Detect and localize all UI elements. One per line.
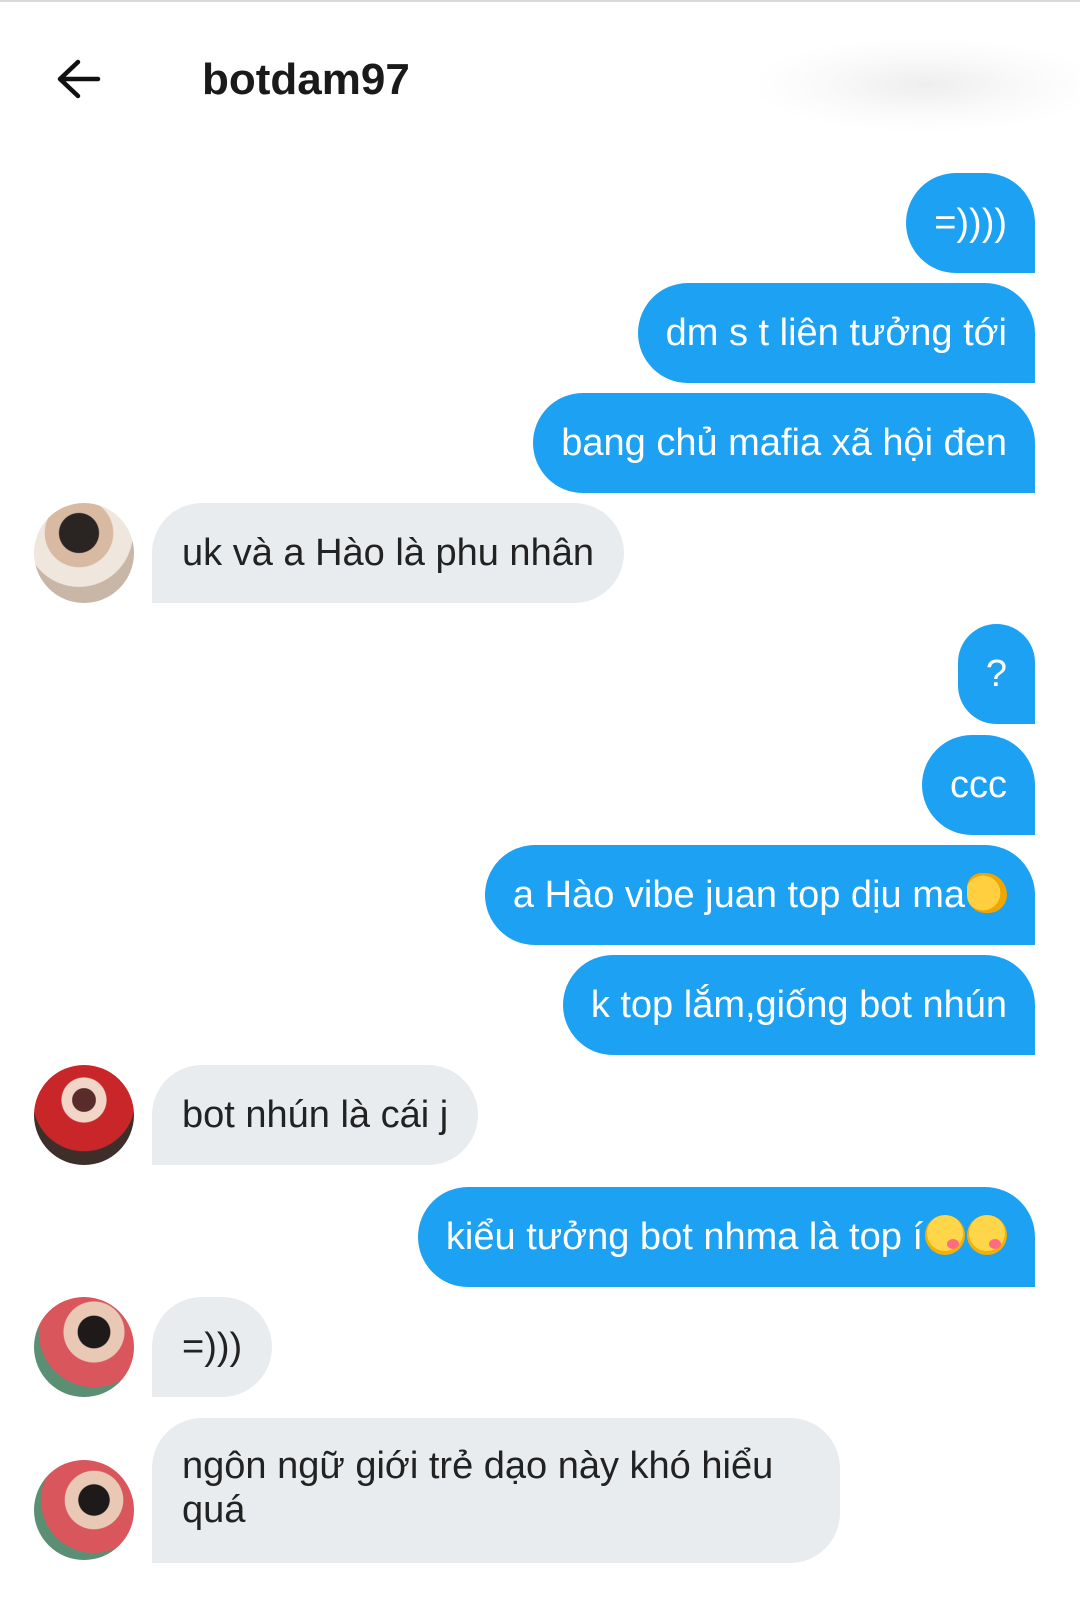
pinching-hand-emoji	[967, 873, 1007, 913]
sender-avatar[interactable]	[34, 1297, 134, 1397]
message-text: ngôn ngữ giới trẻ dạo này khó hiểu quá	[182, 1445, 774, 1531]
outgoing-message[interactable]: kiểu tưởng bot nhma là top í	[417, 1187, 1035, 1287]
message-text: bang chủ mafia xã hội đen	[561, 422, 1007, 464]
conversation-title: botdam97	[202, 55, 410, 104]
outgoing-message[interactable]: ?	[957, 624, 1035, 724]
outgoing-message[interactable]: ccc	[922, 735, 1035, 835]
sender-avatar[interactable]	[34, 1065, 134, 1165]
message-text: =)))	[182, 1326, 243, 1368]
incoming-message[interactable]: bot nhún là cái j	[152, 1065, 479, 1165]
header-smudge	[760, 40, 1080, 130]
message-text: k top lắm,giống bot nhún	[590, 984, 1007, 1026]
face-savoring-food-emoji	[967, 1215, 1007, 1255]
message-text: =))))	[934, 202, 1007, 244]
arrow-left-icon	[57, 59, 101, 99]
incoming-message[interactable]: uk và a Hào là phu nhân	[152, 503, 624, 603]
outgoing-message[interactable]: bang chủ mafia xã hội đen	[533, 393, 1035, 493]
outgoing-message[interactable]: dm s t liên tưởng tới	[637, 283, 1035, 383]
sender-avatar[interactable]	[34, 503, 134, 603]
message-text: uk và a Hào là phu nhân	[182, 532, 594, 574]
incoming-message[interactable]: =)))	[152, 1297, 273, 1397]
conversation-header: botdam97	[0, 0, 1080, 150]
message-text: ccc	[950, 764, 1007, 806]
outgoing-message[interactable]: k top lắm,giống bot nhún	[562, 955, 1035, 1055]
message-text: ?	[985, 653, 1007, 695]
sender-avatar[interactable]	[34, 1460, 134, 1560]
message-text: kiểu tưởng bot nhma là top í	[445, 1216, 923, 1258]
message-text: dm s t liên tưởng tới	[665, 312, 1007, 354]
back-button[interactable]	[48, 50, 108, 110]
message-text: bot nhún là cái j	[182, 1094, 449, 1136]
face-savoring-food-emoji	[925, 1215, 965, 1255]
incoming-message[interactable]: ngôn ngữ giới trẻ dạo này khó hiểu quá	[152, 1418, 840, 1563]
outgoing-message[interactable]: a Hào vibe juan top dịu ma	[484, 845, 1035, 945]
message-text: a Hào vibe juan top dịu ma	[512, 874, 965, 916]
outgoing-message[interactable]: =))))	[906, 173, 1035, 273]
